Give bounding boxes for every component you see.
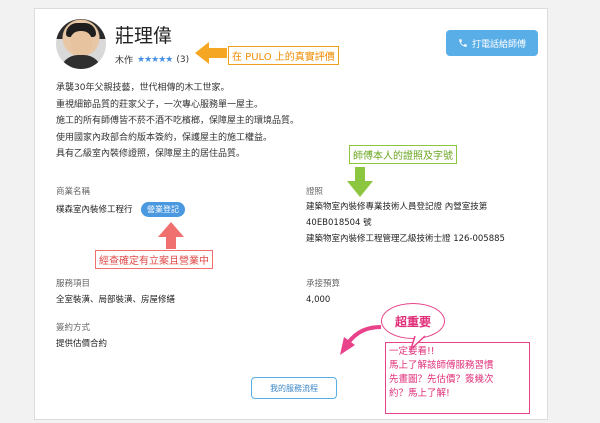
red-arrow-icon bbox=[158, 222, 184, 249]
pink-arrow-icon bbox=[346, 325, 382, 345]
orange-arrow-icon bbox=[195, 42, 227, 64]
green-arrow-icon bbox=[347, 167, 373, 197]
annotation-arrows bbox=[158, 42, 426, 355]
provider-card: 莊理偉 木作 ★★★★★ (3) 打電話給師傅 承襲30年父親技藝，世代相傳的木… bbox=[34, 8, 548, 420]
